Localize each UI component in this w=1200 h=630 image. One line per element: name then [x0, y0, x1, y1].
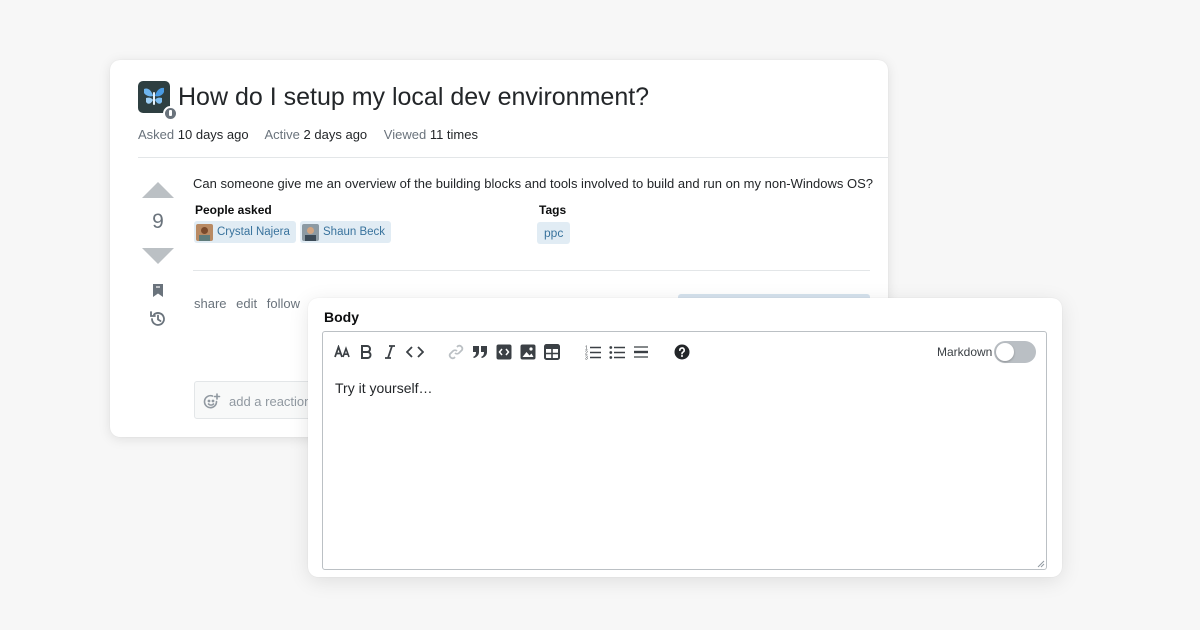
resize-handle-icon[interactable]	[1037, 560, 1045, 568]
heading-icon[interactable]	[333, 342, 353, 362]
code-icon[interactable]	[405, 342, 425, 362]
ordered-list-icon[interactable]: 123	[583, 342, 603, 362]
editor-content[interactable]: Try it yourself…	[335, 380, 433, 396]
question-header: How do I setup my local dev environment?	[138, 80, 888, 121]
code-block-icon[interactable]	[494, 342, 514, 362]
site-logo-icon	[138, 81, 178, 121]
avatar	[196, 223, 213, 241]
header-divider	[138, 157, 888, 158]
avatar	[302, 223, 319, 241]
markdown-toggle[interactable]	[994, 341, 1036, 363]
body-label: Body	[324, 309, 359, 325]
meta-asked-label: Asked	[138, 127, 175, 142]
toggle-knob	[996, 343, 1014, 361]
meta-active-label: Active	[264, 127, 300, 142]
image-icon[interactable]	[518, 342, 538, 362]
help-icon[interactable]	[672, 342, 692, 362]
history-icon[interactable]	[148, 309, 168, 334]
question-title[interactable]: How do I setup my local dev environment?	[178, 83, 649, 112]
share-link[interactable]: share	[194, 296, 227, 311]
meta-active-value[interactable]: 2 days ago	[304, 127, 368, 142]
blockquote-icon[interactable]	[470, 342, 490, 362]
link-icon[interactable]	[446, 342, 466, 362]
editor-card: Body 123 Markdown Try it yourself…	[308, 298, 1062, 577]
italic-icon[interactable]	[380, 342, 400, 362]
vote-cell: 9	[142, 182, 174, 264]
body-divider	[193, 270, 870, 271]
vote-count: 9	[152, 210, 164, 233]
tags-label: Tags	[539, 203, 567, 217]
moderator-badge-icon	[163, 106, 178, 121]
markdown-label: Markdown	[937, 345, 993, 359]
question-body: Can someone give me an overview of the b…	[193, 176, 873, 191]
upvote-arrow-icon[interactable]	[142, 182, 174, 198]
downvote-arrow-icon[interactable]	[142, 248, 174, 264]
horizontal-rule-icon[interactable]	[631, 342, 651, 362]
question-meta: Asked 10 days ago Active 2 days ago View…	[138, 127, 491, 142]
person-chip-shaun[interactable]: Shaun Beck	[300, 221, 392, 243]
bold-icon[interactable]	[356, 342, 376, 362]
people-asked-label: People asked	[195, 203, 272, 217]
person-name: Crystal Najera	[217, 226, 290, 238]
meta-viewed-label: Viewed	[383, 127, 427, 142]
table-icon[interactable]	[542, 342, 562, 362]
person-name: Shaun Beck	[323, 226, 386, 238]
person-chip-crystal[interactable]: Crystal Najera	[194, 221, 296, 243]
meta-asked-value: 10 days ago	[177, 127, 249, 142]
meta-viewed-value: 11 times	[429, 127, 478, 142]
edit-link[interactable]: edit	[236, 296, 257, 311]
tag-ppc[interactable]: ppc	[537, 222, 571, 244]
body-editor[interactable]: 123 Markdown Try it yourself…	[322, 331, 1047, 570]
bookmark-icon[interactable]	[152, 283, 164, 303]
follow-link[interactable]: follow	[267, 296, 300, 311]
unordered-list-icon[interactable]	[607, 342, 627, 362]
svg-text:3: 3	[585, 356, 588, 361]
emoji-add-icon	[203, 393, 221, 409]
add-reaction-label: add a reaction	[229, 394, 312, 409]
